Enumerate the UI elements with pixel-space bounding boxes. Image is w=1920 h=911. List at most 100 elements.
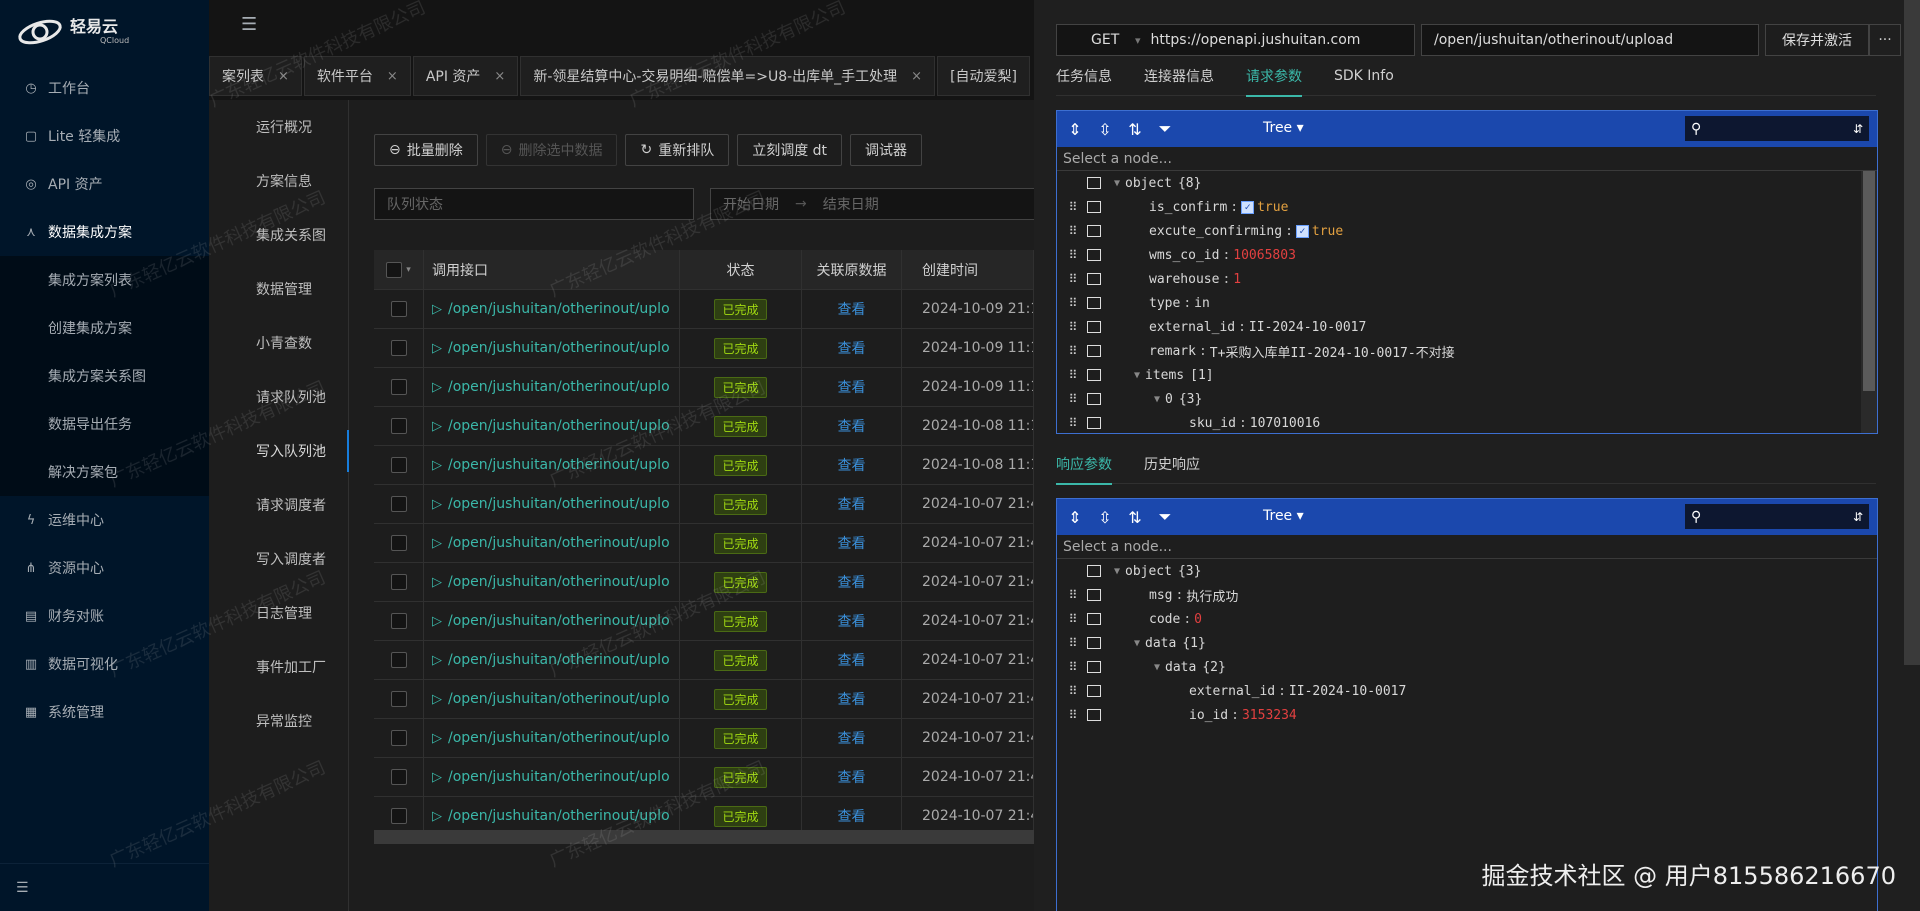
sidebar-subitem[interactable]: 数据导出任务 xyxy=(0,400,209,448)
api-path-input[interactable]: /open/jushuitan/otherinout/upload xyxy=(1421,24,1759,56)
subnav-item[interactable]: 方案信息 xyxy=(209,154,348,208)
expand-toggle-icon[interactable]: ▼ xyxy=(1129,370,1145,381)
mode-select[interactable]: Tree ▾ xyxy=(1263,120,1304,136)
subnav-item[interactable]: 事件加工厂 xyxy=(209,640,348,694)
drag-handle-icon[interactable]: ⠿ xyxy=(1057,368,1087,382)
subnav-item[interactable]: 数据管理 xyxy=(209,262,348,316)
drawer-tab[interactable]: SDK Info xyxy=(1334,56,1394,96)
expand-all-icon[interactable]: ⇕ xyxy=(1067,508,1083,527)
context-menu-icon[interactable] xyxy=(1087,661,1101,673)
drag-handle-icon[interactable]: ⠿ xyxy=(1057,344,1087,358)
sidebar-collapse-icon[interactable]: ☰ xyxy=(0,863,209,911)
drag-handle-icon[interactable]: ⠿ xyxy=(1057,200,1087,214)
context-menu-icon[interactable] xyxy=(1087,321,1101,333)
page-tab[interactable]: 软件平台 × xyxy=(303,56,411,96)
menu-fold-icon[interactable]: ☰ xyxy=(241,14,257,35)
api-link[interactable]: /open/jushuitan/otherinout/uplo xyxy=(448,418,670,434)
page-tab[interactable]: API 资产 × xyxy=(412,56,519,96)
context-menu-icon[interactable] xyxy=(1087,393,1101,405)
expand-all-icon[interactable]: ⇕ xyxy=(1067,120,1083,139)
queue-status-select[interactable]: 队列状态 xyxy=(374,188,694,220)
sidebar-item[interactable]: ▢ Lite 轻集成 xyxy=(0,112,209,160)
tree-node[interactable]: ⠿ excute_confirming: ✓ true xyxy=(1057,219,1877,243)
tree-node[interactable]: ⠿ code:0 xyxy=(1057,607,1877,631)
brand-logo[interactable]: 轻易云 QCloud xyxy=(0,0,209,64)
drawer-tab[interactable]: 任务信息 xyxy=(1056,56,1112,96)
expand-toggle-icon[interactable]: ▼ xyxy=(1149,662,1165,673)
expand-toggle-icon[interactable]: ▼ xyxy=(1129,638,1145,649)
view-link[interactable]: 查看 xyxy=(838,572,866,592)
tree-node[interactable]: ⠿ ▼ items [1] xyxy=(1057,363,1877,387)
tree-node[interactable]: ⠿ external_id: II-2024-10-0017 xyxy=(1057,679,1877,703)
sidebar-item[interactable]: ▦ 系统管理 xyxy=(0,688,209,736)
api-link[interactable]: /open/jushuitan/otherinout/uplo xyxy=(448,535,670,551)
context-menu-icon[interactable] xyxy=(1087,369,1101,381)
sidebar-subitem[interactable]: 集成方案关系图 xyxy=(0,352,209,400)
view-link[interactable]: 查看 xyxy=(838,650,866,670)
api-link[interactable]: /open/jushuitan/otherinout/uplo xyxy=(448,496,670,512)
select-all-checkbox[interactable] xyxy=(386,261,403,278)
request-tree-scrollbar[interactable] xyxy=(1861,171,1877,433)
subnav-item[interactable]: 异常监控 xyxy=(209,694,348,748)
sort-icon[interactable]: ⇅ xyxy=(1127,508,1143,527)
view-link[interactable]: 查看 xyxy=(838,299,866,319)
context-menu-icon[interactable] xyxy=(1087,417,1101,429)
row-checkbox[interactable] xyxy=(390,808,407,824)
subnav-item[interactable]: 写入调度者 xyxy=(209,532,348,586)
table-horizontal-scrollbar[interactable] xyxy=(374,830,1034,844)
checkbox-checked-icon[interactable]: ✓ xyxy=(1241,200,1255,214)
expand-toggle-icon[interactable]: ▼ xyxy=(1109,566,1125,577)
tree-node[interactable]: ⠿ remark: T+采购入库单II-2024-10-0017-不对接 xyxy=(1057,339,1877,363)
drawer-tab[interactable]: 历史响应 xyxy=(1144,444,1200,484)
row-checkbox[interactable] xyxy=(390,379,407,395)
context-menu-icon[interactable] xyxy=(1087,345,1101,357)
filter-icon[interactable]: ⏷ xyxy=(1157,119,1173,139)
node-value[interactable]: 1 xyxy=(1233,272,1241,287)
close-icon[interactable]: × xyxy=(278,69,289,84)
row-checkbox[interactable] xyxy=(390,418,407,434)
expand-toggle-icon[interactable]: ▼ xyxy=(1149,394,1165,405)
subnav-item[interactable]: 写入队列池 xyxy=(209,424,349,478)
api-link[interactable]: /open/jushuitan/otherinout/uplo xyxy=(448,613,670,629)
checkbox-checked-icon[interactable]: ✓ xyxy=(1295,224,1309,238)
tree-node[interactable]: ⠿ io_id:3153234 xyxy=(1057,703,1877,727)
drawer-tab[interactable]: 请求参数 xyxy=(1246,56,1302,97)
search-nav-icon[interactable]: ⇵ xyxy=(1853,122,1863,136)
drag-handle-icon[interactable]: ⠿ xyxy=(1057,272,1087,286)
api-link[interactable]: /open/jushuitan/otherinout/uplo xyxy=(448,574,670,590)
row-checkbox[interactable] xyxy=(390,457,407,473)
tree-node[interactable]: ⠿ msg: 执行成功 xyxy=(1057,583,1877,607)
sidebar-item[interactable]: ▤ 财务对账 xyxy=(0,592,209,640)
drag-handle-icon[interactable]: ⠿ xyxy=(1057,320,1087,334)
delete-selected-button[interactable]: ⊖ 删除选中数据 xyxy=(485,134,618,166)
tree-node[interactable]: ⠿ sku_id:107010016 xyxy=(1057,411,1877,433)
subnav-item[interactable]: 日志管理 xyxy=(209,586,348,640)
context-menu-icon[interactable] xyxy=(1087,589,1101,601)
api-link[interactable]: /open/jushuitan/otherinout/uplo xyxy=(448,457,670,473)
save-activate-button[interactable]: 保存并激活 xyxy=(1765,24,1869,56)
drag-handle-icon[interactable]: ⠿ xyxy=(1057,612,1087,626)
context-menu-icon[interactable] xyxy=(1087,565,1101,577)
dispatch-now-button[interactable]: 立刻调度 dt xyxy=(737,134,843,166)
tree-node[interactable]: ⠿ wms_co_id:10065803 xyxy=(1057,243,1877,267)
tree-node[interactable]: ⠿ type: in xyxy=(1057,291,1877,315)
node-value[interactable]: 0 xyxy=(1194,612,1202,627)
subnav-item[interactable]: 请求队列池 xyxy=(209,370,348,424)
requeue-button[interactable]: ↻ 重新排队 xyxy=(625,134,730,166)
view-link[interactable]: 查看 xyxy=(838,611,866,631)
row-checkbox[interactable] xyxy=(390,652,407,668)
chevron-down-icon[interactable]: ▾ xyxy=(1135,34,1141,47)
context-menu-icon[interactable] xyxy=(1087,613,1101,625)
context-menu-icon[interactable] xyxy=(1087,225,1101,237)
view-link[interactable]: 查看 xyxy=(838,533,866,553)
sidebar-subitem[interactable]: 集成方案列表 xyxy=(0,256,209,304)
api-link[interactable]: /open/jushuitan/otherinout/uplo xyxy=(448,340,670,356)
page-tab[interactable]: 新-领星结算中心-交易明细-赔偿单=>U8-出库单_手工处理 × xyxy=(520,56,936,96)
sort-icon[interactable]: ⇅ xyxy=(1127,120,1143,139)
sidebar-item[interactable]: ϟ 运维中心 xyxy=(0,496,209,544)
node-value[interactable]: 3153234 xyxy=(1242,708,1297,723)
row-checkbox[interactable] xyxy=(390,730,407,746)
context-menu-icon[interactable] xyxy=(1087,637,1101,649)
context-menu-icon[interactable] xyxy=(1087,177,1101,189)
drag-handle-icon[interactable]: ⠿ xyxy=(1057,392,1087,406)
